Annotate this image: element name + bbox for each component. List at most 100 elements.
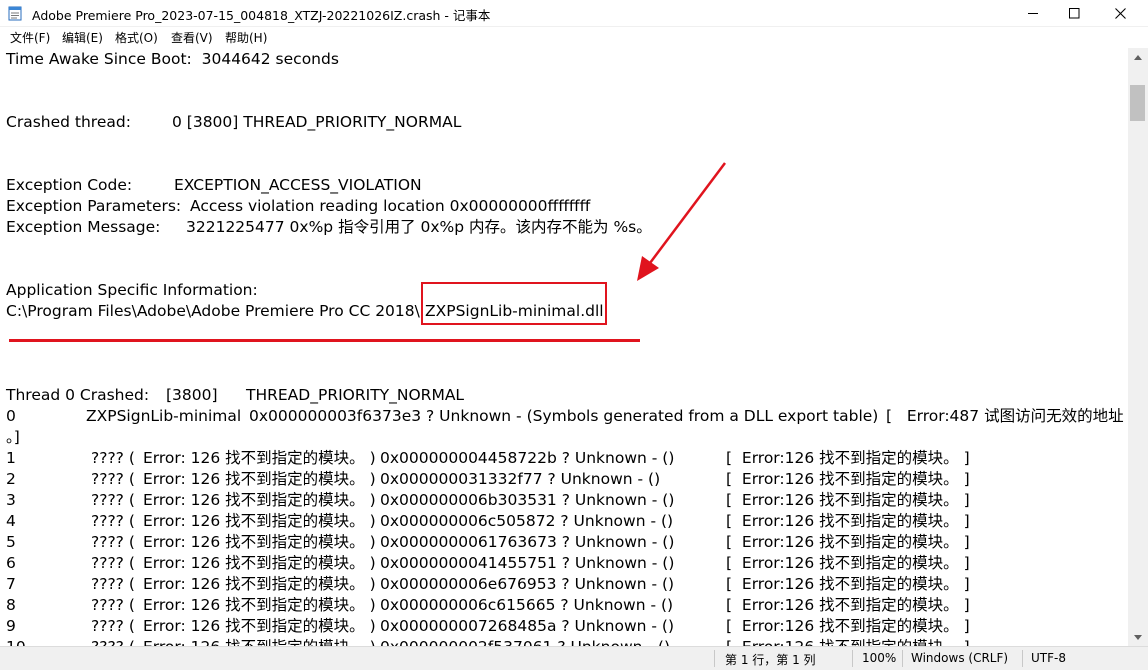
frame-error: Error: 126 找不到指定的模块。 ): [143, 575, 376, 593]
frame-text: 0x000000003f6373e3 ? Unknown - (Symbols …: [249, 407, 879, 425]
frame-bracket-error: [ Error:126 找不到指定的模块。 ]: [726, 533, 970, 551]
frame-error: Error: 126 找不到指定的模块。 ): [143, 470, 376, 488]
frame-module: ???? (: [91, 554, 135, 572]
close-icon: [1114, 7, 1126, 19]
frame-address: 0x0000000061763673 ? Unknown - (): [380, 533, 675, 551]
exception-message-label: Exception Message:: [6, 218, 161, 236]
frame-bracket-error: [ Error:126 找不到指定的模块。 ]: [726, 637, 970, 646]
frame-module: ???? (: [91, 470, 135, 488]
status-separator: [902, 650, 903, 667]
thread0-id: [3800]: [166, 386, 218, 404]
frame-bracket-error: [ Error:126 找不到指定的模块。 ]: [726, 617, 970, 635]
frame-module: ???? (: [91, 491, 135, 509]
frame-address: 0x000000031332f77 ? Unknown - (): [380, 470, 661, 488]
frame-module: ???? (: [91, 512, 135, 530]
frame-index: 0: [6, 407, 16, 425]
text-line-exception-message: Exception Message: 3221225477 0x%p 指令引用了…: [6, 217, 652, 238]
scrollbar-thumb[interactable]: [1130, 85, 1145, 121]
frame-address: 0x000000006e676953 ? Unknown - (): [380, 575, 675, 593]
thread0-priority: THREAD_PRIORITY_NORMAL: [246, 386, 465, 404]
text-line-crashed-thread: Crashed thread: 0 [3800] THREAD_PRIORITY…: [6, 112, 461, 133]
frame-index: 8: [6, 596, 16, 614]
text-line-app-info-path: C:\Program Files\Adobe\Adobe Premiere Pr…: [6, 301, 604, 322]
window-title: Adobe Premiere Pro_2023-07-15_004818_XTZ…: [32, 8, 491, 23]
frame-error: Error: 126 找不到指定的模块。 ): [143, 533, 376, 551]
status-bar: 第 1 行，第 1 列 100% Windows (CRLF) UTF-8: [0, 646, 1148, 670]
text-line-exception-code: Exception Code: EXCEPTION_ACCESS_VIOLATI…: [6, 175, 422, 196]
red-highlight-box: [421, 282, 607, 325]
close-button[interactable]: [1097, 0, 1143, 26]
thread0-label: Thread 0 Crashed:: [6, 386, 150, 404]
maximize-button[interactable]: [1051, 0, 1097, 26]
maximize-icon: [1068, 7, 1079, 18]
text-editor[interactable]: Time Awake Since Boot: 3044642 seconds C…: [0, 48, 1128, 646]
crashed-thread-label: Crashed thread:: [6, 113, 131, 131]
text-line-time-awake: Time Awake Since Boot: 3044642 seconds: [6, 50, 339, 68]
text-line-exception-params: Exception Parameters: Access violation r…: [6, 196, 590, 217]
frame-error: Error: 126 找不到指定的模块。 ): [143, 637, 376, 646]
exception-code-value: EXCEPTION_ACCESS_VIOLATION: [174, 176, 422, 194]
frame-index: 7: [6, 575, 16, 593]
frame-module: ???? (: [91, 637, 135, 646]
exception-message-value: 3221225477 0x%p 指令引用了 0x%p 内存。该内存不能为 %s。: [186, 218, 652, 236]
status-line-ending: Windows (CRLF): [911, 651, 1009, 665]
frame-address: 0x000000002f537061 ? Unknown - (): [380, 637, 670, 646]
frame-index: 3: [6, 491, 16, 509]
frame-address: 0x000000006c505872 ? Unknown - (): [380, 512, 674, 530]
frame-bracket-error: [ Error:126 找不到指定的模块。 ]: [726, 449, 970, 467]
frame-address: 0x000000007268485a ? Unknown - (): [380, 617, 675, 635]
menu-file[interactable]: 文件(F): [10, 29, 50, 46]
frame-error: Error: 126 找不到指定的模块。 ): [143, 491, 376, 509]
status-cursor-position: 第 1 行，第 1 列: [725, 653, 816, 667]
exception-params-label: Exception Parameters:: [6, 197, 182, 215]
frame-address: 0x000000006c615665 ? Unknown - (): [380, 596, 674, 614]
vertical-scrollbar[interactable]: [1128, 48, 1148, 646]
menu-help[interactable]: 帮助(H): [225, 29, 267, 46]
frame-bracket-error: [ Error:126 找不到指定的模块。 ]: [726, 575, 970, 593]
status-zoom: 100%: [862, 651, 897, 665]
frame-address: 0x000000006b303531 ? Unknown - (): [380, 491, 675, 509]
text-line-frame-0-continuation: 。]: [6, 428, 20, 446]
crashed-thread-value: 0 [3800] THREAD_PRIORITY_NORMAL: [172, 113, 462, 131]
menu-edit[interactable]: 编辑(E): [62, 29, 103, 46]
frame-index: 2: [6, 470, 16, 488]
text-line-thread0-crashed: Thread 0 Crashed: [3800] THREAD_PRIORITY…: [6, 385, 464, 406]
app-path-text: C:\Program Files\Adobe\Adobe Premiere Pr…: [6, 302, 420, 320]
frame-error: Error: 126 找不到指定的模块。 ): [143, 449, 376, 467]
scroll-up-icon[interactable]: [1133, 54, 1143, 62]
frame-error: Error: 126 找不到指定的模块。 ): [143, 596, 376, 614]
title-bar: Adobe Premiere Pro_2023-07-15_004818_XTZ…: [0, 0, 1148, 27]
scroll-down-icon[interactable]: [1133, 633, 1143, 641]
text-line-frame-0: 0 ZXPSignLib-minimal 0x000000003f6373e3 …: [6, 406, 1124, 427]
frame-error: Error: 126 找不到指定的模块。 ): [143, 617, 376, 635]
notepad-icon: [8, 6, 22, 21]
frame-index: 4: [6, 512, 16, 530]
menu-bar: 文件(F) 编辑(E) 格式(O) 查看(V) 帮助(H): [0, 27, 1148, 47]
minimize-icon: [1027, 12, 1038, 14]
frame-index: 10: [6, 637, 26, 646]
status-separator: [714, 650, 715, 667]
exception-code-label: Exception Code:: [6, 176, 133, 194]
status-separator: [852, 650, 853, 667]
frame-module: ???? (: [91, 617, 135, 635]
frame-bracket-error: [ Error:126 找不到指定的模块。 ]: [726, 470, 970, 488]
frame-module: ???? (: [91, 596, 135, 614]
frame-error: [ Error:487 试图访问无效的地址: [886, 407, 1124, 425]
menu-view[interactable]: 查看(V): [171, 29, 213, 46]
status-separator: [1022, 650, 1023, 667]
frame-bracket-error: [ Error:126 找不到指定的模块。 ]: [726, 512, 970, 530]
menu-format[interactable]: 格式(O): [115, 29, 158, 46]
frame-error: Error: 126 找不到指定的模块。 ): [143, 554, 376, 572]
frame-bracket-error: [ Error:126 找不到指定的模块。 ]: [726, 491, 970, 509]
frame-address: 0x0000000041455751 ? Unknown - (): [380, 554, 675, 572]
frame-index: 5: [6, 533, 16, 551]
frame-bracket-error: [ Error:126 找不到指定的模块。 ]: [726, 596, 970, 614]
frame-module: ???? (: [91, 575, 135, 593]
frame-index: 1: [6, 449, 16, 467]
frame-error: Error: 126 找不到指定的模块。 ): [143, 512, 376, 530]
red-underline: [9, 339, 640, 342]
frame-bracket-error: [ Error:126 找不到指定的模块。 ]: [726, 554, 970, 572]
status-encoding: UTF-8: [1031, 651, 1066, 665]
minimize-button[interactable]: [1010, 0, 1056, 26]
frame-module: ???? (: [91, 533, 135, 551]
